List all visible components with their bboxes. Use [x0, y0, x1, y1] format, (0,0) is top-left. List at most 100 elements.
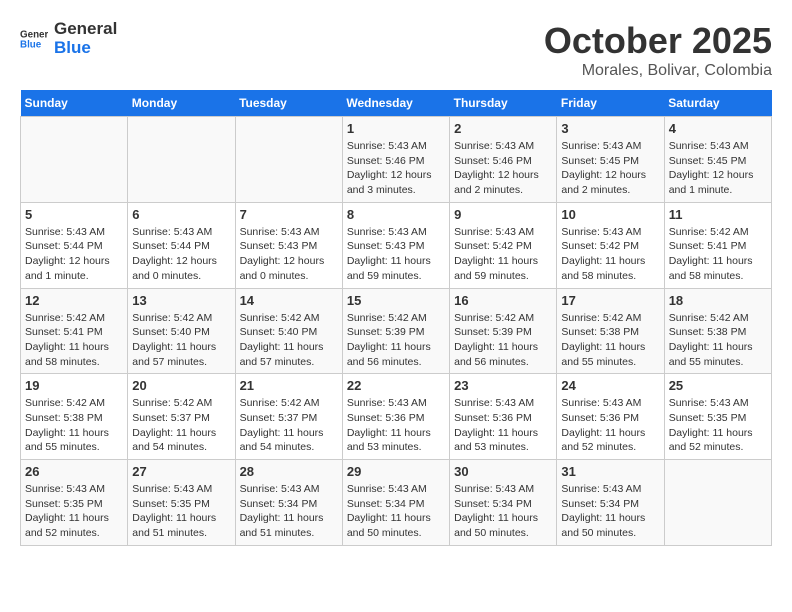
day-number: 7 — [240, 207, 338, 222]
day-info: Sunrise: 5:43 AMSunset: 5:34 PMDaylight:… — [240, 482, 338, 541]
calendar-cell: 28 Sunrise: 5:43 AMSunset: 5:34 PMDayligh… — [235, 460, 342, 546]
calendar-cell — [21, 117, 128, 203]
day-number: 11 — [669, 207, 767, 222]
day-info: Sunrise: 5:43 AMSunset: 5:42 PMDaylight:… — [454, 225, 552, 284]
col-sunday: Sunday — [21, 90, 128, 117]
day-number: 21 — [240, 378, 338, 393]
col-thursday: Thursday — [450, 90, 557, 117]
calendar-cell: 8Sunrise: 5:43 AMSunset: 5:43 PMDaylight… — [342, 202, 449, 288]
day-info: Sunrise: 5:43 AMSunset: 5:35 PMDaylight:… — [132, 482, 230, 541]
col-saturday: Saturday — [664, 90, 771, 117]
calendar-cell: 15 Sunrise: 5:42 AMSunset: 5:39 PMDayligh… — [342, 288, 449, 374]
calendar-cell: 9 Sunrise: 5:43 AMSunset: 5:42 PMDaylight… — [450, 202, 557, 288]
day-info: Sunrise: 5:42 AMSunset: 5:39 PMDaylight:… — [347, 311, 445, 370]
calendar-cell: 25 Sunrise: 5:43 AMSunset: 5:35 PMDayligh… — [664, 374, 771, 460]
day-number: 19 — [25, 378, 123, 393]
day-info: Sunrise: 5:43 AMSunset: 5:46 PMDaylight:… — [454, 139, 552, 198]
calendar-cell: 27 Sunrise: 5:43 AMSunset: 5:35 PMDayligh… — [128, 460, 235, 546]
calendar-cell — [235, 117, 342, 203]
day-number: 12 — [25, 293, 123, 308]
calendar-cell: 29 Sunrise: 5:43 AMSunset: 5:34 PMDayligh… — [342, 460, 449, 546]
day-info: Sunrise: 5:42 AMSunset: 5:38 PMDaylight:… — [561, 311, 659, 370]
day-info: Sunrise: 5:43 AMSunset: 5:35 PMDaylight:… — [669, 396, 767, 455]
day-info: Sunrise: 5:43 AMSunset: 5:43 PMDaylight:… — [240, 225, 338, 284]
week-row: 26 Sunrise: 5:43 AMSunset: 5:35 PMDayligh… — [21, 460, 772, 546]
day-number: 9 — [454, 207, 552, 222]
logo-icon: General Blue — [20, 25, 48, 53]
day-number: 18 — [669, 293, 767, 308]
day-number: 14 — [240, 293, 338, 308]
calendar-cell: 2 Sunrise: 5:43 AMSunset: 5:46 PMDaylight… — [450, 117, 557, 203]
day-number: 16 — [454, 293, 552, 308]
logo: General Blue General Blue — [20, 20, 117, 57]
week-row: 19 Sunrise: 5:42 AMSunset: 5:38 PMDayligh… — [21, 374, 772, 460]
day-info: Sunrise: 5:42 AMSunset: 5:38 PMDaylight:… — [669, 311, 767, 370]
day-info: Sunrise: 5:42 AMSunset: 5:37 PMDaylight:… — [240, 396, 338, 455]
header: General Blue General Blue October 2025 M… — [20, 20, 772, 80]
col-wednesday: Wednesday — [342, 90, 449, 117]
calendar-cell: 24Sunrise: 5:43 AMSunset: 5:36 PMDayligh… — [557, 374, 664, 460]
calendar-cell: 4 Sunrise: 5:43 AMSunset: 5:45 PMDaylight… — [664, 117, 771, 203]
day-number: 29 — [347, 464, 445, 479]
day-info: Sunrise: 5:42 AMSunset: 5:39 PMDaylight:… — [454, 311, 552, 370]
calendar-cell: 6Sunrise: 5:43 AMSunset: 5:44 PMDaylight… — [128, 202, 235, 288]
day-number: 20 — [132, 378, 230, 393]
calendar-cell — [664, 460, 771, 546]
logo-general: General — [54, 19, 117, 38]
day-info: Sunrise: 5:43 AMSunset: 5:42 PMDaylight:… — [561, 225, 659, 284]
calendar-cell: 14Sunrise: 5:42 AMSunset: 5:40 PMDayligh… — [235, 288, 342, 374]
day-number: 8 — [347, 207, 445, 222]
calendar-cell: 31 Sunrise: 5:43 AMSunset: 5:34 PMDayligh… — [557, 460, 664, 546]
calendar-cell: 12 Sunrise: 5:42 AMSunset: 5:41 PMDayligh… — [21, 288, 128, 374]
day-number: 13 — [132, 293, 230, 308]
calendar-cell: 5 Sunrise: 5:43 AMSunset: 5:44 PMDaylight… — [21, 202, 128, 288]
calendar-cell: 17 Sunrise: 5:42 AMSunset: 5:38 PMDayligh… — [557, 288, 664, 374]
location-subtitle: Morales, Bolivar, Colombia — [544, 62, 772, 80]
day-info: Sunrise: 5:42 AMSunset: 5:38 PMDaylight:… — [25, 396, 123, 455]
day-info: Sunrise: 5:43 AMSunset: 5:44 PMDaylight:… — [25, 225, 123, 284]
col-monday: Monday — [128, 90, 235, 117]
day-number: 25 — [669, 378, 767, 393]
day-number: 5 — [25, 207, 123, 222]
day-info: Sunrise: 5:43 AMSunset: 5:45 PMDaylight:… — [561, 139, 659, 198]
month-title: October 2025 — [544, 20, 772, 62]
calendar-cell: 21 Sunrise: 5:42 AMSunset: 5:37 PMDayligh… — [235, 374, 342, 460]
calendar-cell: 18 Sunrise: 5:42 AMSunset: 5:38 PMDayligh… — [664, 288, 771, 374]
day-number: 26 — [25, 464, 123, 479]
calendar-cell: 7 Sunrise: 5:43 AMSunset: 5:43 PMDaylight… — [235, 202, 342, 288]
calendar-cell: 1 Sunrise: 5:43 AMSunset: 5:46 PMDaylight… — [342, 117, 449, 203]
calendar-cell: 10 Sunrise: 5:43 AMSunset: 5:42 PMDayligh… — [557, 202, 664, 288]
day-info: Sunrise: 5:43 AMSunset: 5:44 PMDaylight:… — [132, 225, 230, 284]
calendar-cell: 16 Sunrise: 5:42 AMSunset: 5:39 PMDayligh… — [450, 288, 557, 374]
day-number: 2 — [454, 121, 552, 136]
day-number: 17 — [561, 293, 659, 308]
day-number: 10 — [561, 207, 659, 222]
calendar-cell: 26 Sunrise: 5:43 AMSunset: 5:35 PMDayligh… — [21, 460, 128, 546]
day-info: Sunrise: 5:42 AMSunset: 5:41 PMDaylight:… — [25, 311, 123, 370]
day-info: Sunrise: 5:43 AMSunset: 5:36 PMDaylight:… — [347, 396, 445, 455]
day-info: Sunrise: 5:43 AMSunset: 5:45 PMDaylight:… — [669, 139, 767, 198]
title-area: October 2025 Morales, Bolivar, Colombia — [544, 20, 772, 80]
calendar-table: Sunday Monday Tuesday Wednesday Thursday… — [20, 90, 772, 546]
day-info: Sunrise: 5:43 AMSunset: 5:34 PMDaylight:… — [561, 482, 659, 541]
calendar-cell: 3Sunrise: 5:43 AMSunset: 5:45 PMDaylight… — [557, 117, 664, 203]
calendar-cell: 23Sunrise: 5:43 AMSunset: 5:36 PMDayligh… — [450, 374, 557, 460]
calendar-cell: 22Sunrise: 5:43 AMSunset: 5:36 PMDayligh… — [342, 374, 449, 460]
day-number: 31 — [561, 464, 659, 479]
day-info: Sunrise: 5:43 AMSunset: 5:36 PMDaylight:… — [454, 396, 552, 455]
day-number: 15 — [347, 293, 445, 308]
day-info: Sunrise: 5:42 AMSunset: 5:40 PMDaylight:… — [132, 311, 230, 370]
week-row: 1 Sunrise: 5:43 AMSunset: 5:46 PMDaylight… — [21, 117, 772, 203]
day-info: Sunrise: 5:42 AMSunset: 5:37 PMDaylight:… — [132, 396, 230, 455]
calendar-cell: 13 Sunrise: 5:42 AMSunset: 5:40 PMDayligh… — [128, 288, 235, 374]
calendar-cell — [128, 117, 235, 203]
day-number: 4 — [669, 121, 767, 136]
logo-blue: Blue — [54, 38, 91, 57]
day-number: 27 — [132, 464, 230, 479]
day-info: Sunrise: 5:43 AMSunset: 5:35 PMDaylight:… — [25, 482, 123, 541]
day-info: Sunrise: 5:43 AMSunset: 5:46 PMDaylight:… — [347, 139, 445, 198]
day-number: 1 — [347, 121, 445, 136]
day-number: 28 — [240, 464, 338, 479]
day-info: Sunrise: 5:43 AMSunset: 5:34 PMDaylight:… — [347, 482, 445, 541]
day-number: 30 — [454, 464, 552, 479]
